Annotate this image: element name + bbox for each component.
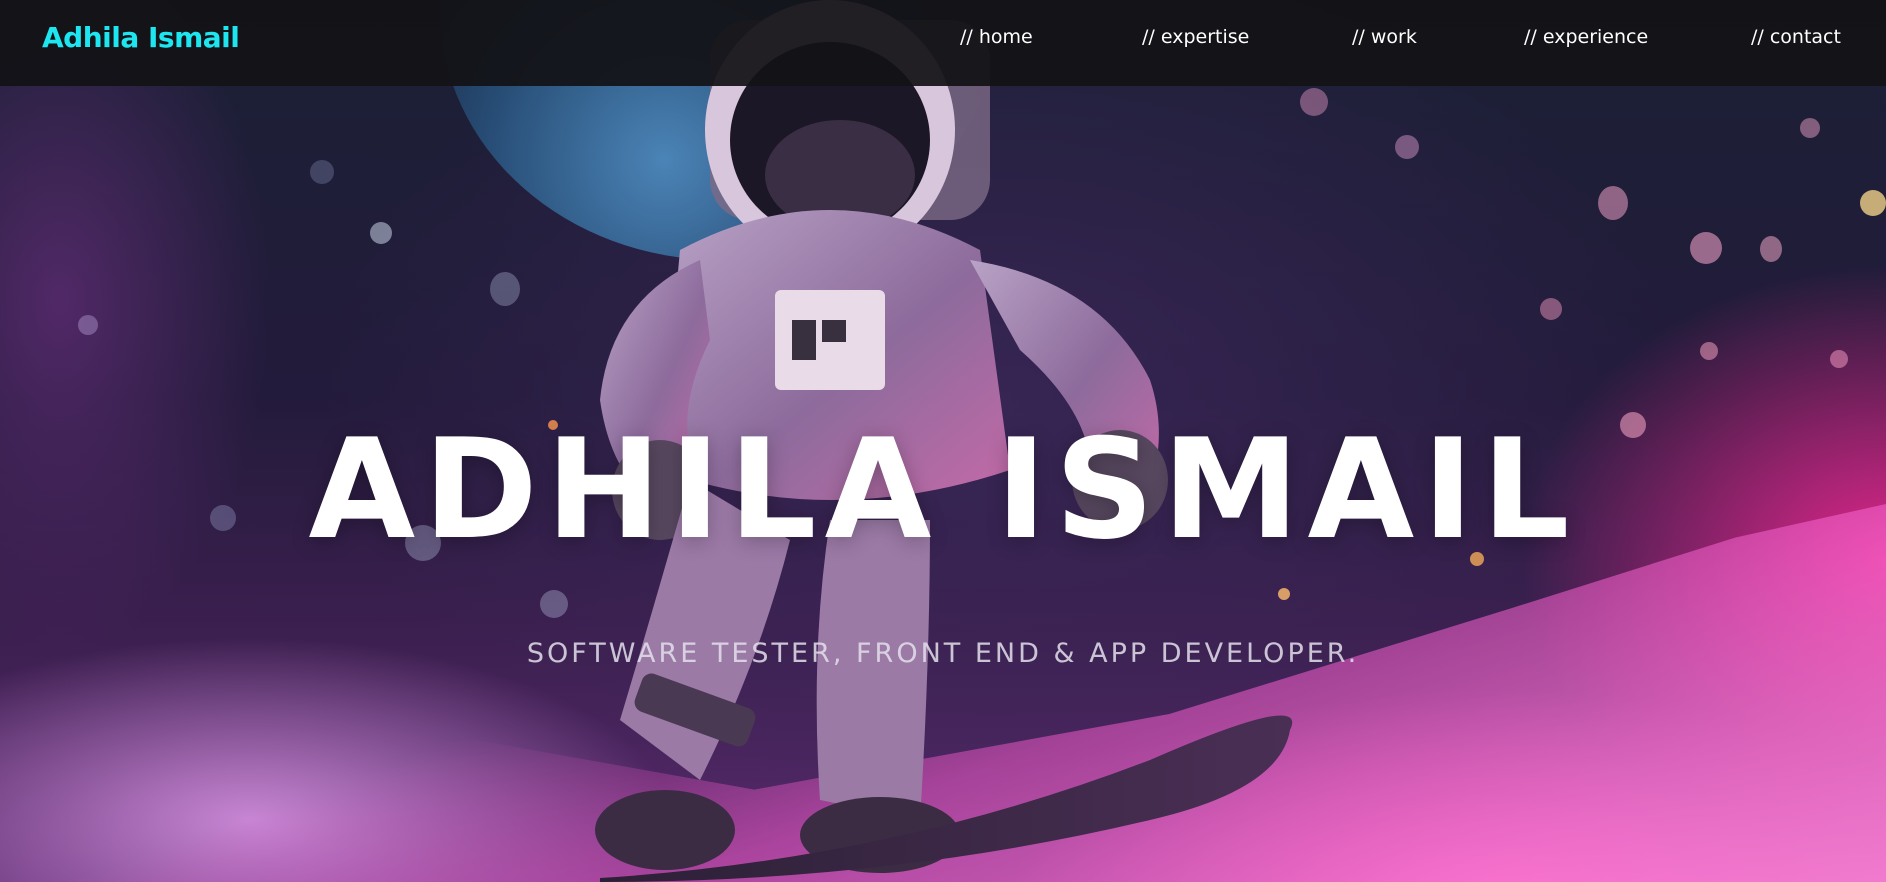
bokeh-particle bbox=[1760, 236, 1782, 262]
page: Adhila Ismail // home // expertise // wo… bbox=[0, 0, 1886, 882]
bokeh-particle bbox=[1800, 118, 1820, 138]
nav-link-home[interactable]: // home bbox=[960, 24, 1033, 50]
bokeh-particle bbox=[1690, 232, 1722, 264]
hero-title: ADHILA ISMAIL bbox=[308, 409, 1578, 570]
bokeh-particle bbox=[490, 272, 520, 306]
bokeh-particle bbox=[1700, 342, 1718, 360]
bokeh-particle bbox=[310, 160, 334, 184]
bokeh-particle bbox=[1395, 135, 1419, 159]
bokeh-particle bbox=[1598, 186, 1628, 220]
bokeh-particle bbox=[540, 590, 568, 618]
nav-link-contact[interactable]: // contact bbox=[1751, 24, 1841, 50]
nav-link-experience[interactable]: // experience bbox=[1524, 24, 1648, 50]
bokeh-particle bbox=[1830, 350, 1848, 368]
brand-logo-link[interactable]: Adhila Ismail bbox=[42, 18, 240, 58]
hero-subtitle: SOFTWARE TESTER, FRONT END & APP DEVELOP… bbox=[526, 638, 1360, 669]
bokeh-particle bbox=[1860, 190, 1886, 216]
nav-link-work[interactable]: // work bbox=[1352, 24, 1417, 50]
top-navigation-bar: Adhila Ismail // home // expertise // wo… bbox=[0, 0, 1886, 86]
bokeh-particle bbox=[1540, 298, 1562, 320]
bokeh-particle bbox=[78, 315, 98, 335]
nav-link-expertise[interactable]: // expertise bbox=[1142, 24, 1249, 50]
bokeh-particle bbox=[370, 222, 392, 244]
